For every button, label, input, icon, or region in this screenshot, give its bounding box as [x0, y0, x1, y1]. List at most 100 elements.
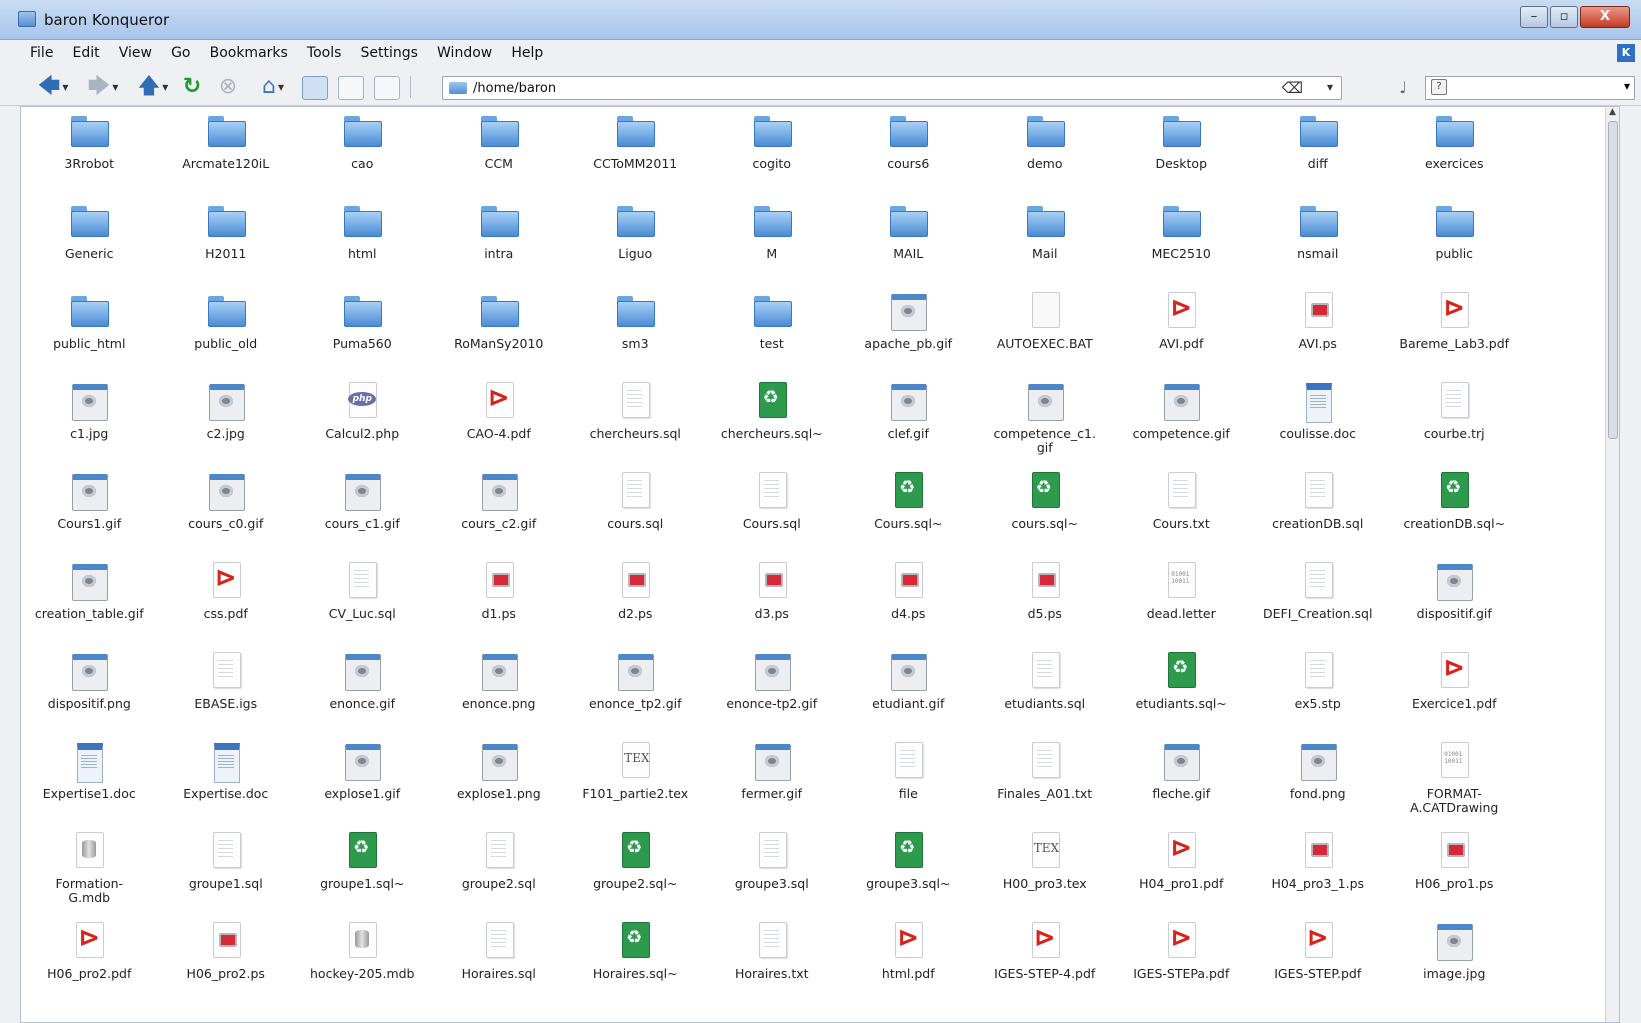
file-item[interactable]: CCM: [431, 107, 568, 197]
file-item[interactable]: groupe1.sql: [158, 827, 295, 917]
file-item[interactable]: M: [704, 197, 841, 287]
file-item[interactable]: nsmail: [1250, 197, 1387, 287]
file-item[interactable]: MAIL: [840, 197, 977, 287]
icon-view-button[interactable]: [302, 76, 328, 100]
file-item[interactable]: file: [840, 737, 977, 827]
file-item[interactable]: d2.ps: [567, 557, 704, 647]
file-item[interactable]: H06_pro2.ps: [158, 917, 295, 1007]
menu-help[interactable]: Help: [505, 40, 551, 61]
file-item[interactable]: c1.jpg: [21, 377, 158, 467]
file-view[interactable]: 3Rrobot Arcmate120iL cao CCM CCToMM2011 cogit…: [20, 106, 1620, 1023]
file-item[interactable]: EBASE.igs: [158, 647, 295, 737]
file-item[interactable]: Horaires.sql: [431, 917, 568, 1007]
location-path[interactable]: /home/baron: [473, 81, 556, 96]
menu-settings[interactable]: Settings: [355, 40, 426, 61]
file-item[interactable]: H2011: [158, 197, 295, 287]
file-item[interactable]: c2.jpg: [158, 377, 295, 467]
file-item[interactable]: fleche.gif: [1113, 737, 1250, 827]
file-item[interactable]: fond.png: [1250, 737, 1387, 827]
file-item[interactable]: enonce_tp2.gif: [567, 647, 704, 737]
file-item[interactable]: IGES-STEP-4.pdf: [977, 917, 1114, 1007]
file-item[interactable]: Cours1.gif: [21, 467, 158, 557]
file-item[interactable]: cours_c2.gif: [431, 467, 568, 557]
file-item[interactable]: chercheurs.sql: [567, 377, 704, 467]
menu-file[interactable]: File: [24, 40, 61, 61]
file-item[interactable]: enonce.png: [431, 647, 568, 737]
file-item[interactable]: DEFI_Creation.sql: [1250, 557, 1387, 647]
file-item[interactable]: Bareme_Lab3.pdf: [1386, 287, 1523, 377]
file-item[interactable]: cours6: [840, 107, 977, 197]
file-item[interactable]: AUTOEXEC.BAT: [977, 287, 1114, 377]
file-item[interactable]: F101_partie2.tex: [567, 737, 704, 827]
file-item[interactable]: explose1.gif: [294, 737, 431, 827]
back-button[interactable]: 🡄: [30, 74, 76, 100]
file-item[interactable]: test: [704, 287, 841, 377]
file-item[interactable]: dead.letter: [1113, 557, 1250, 647]
file-item[interactable]: dispositif.png: [21, 647, 158, 737]
file-item[interactable]: creationDB.sql~: [1386, 467, 1523, 557]
search-dropdown[interactable]: ▾: [1624, 79, 1630, 93]
file-item[interactable]: public_html: [21, 287, 158, 377]
file-item[interactable]: Puma560: [294, 287, 431, 377]
file-item[interactable]: 3Rrobot: [21, 107, 158, 197]
detail-view-button[interactable]: [338, 76, 364, 100]
file-item[interactable]: H06_pro2.pdf: [21, 917, 158, 1007]
file-item[interactable]: Horaires.sql~: [567, 917, 704, 1007]
file-item[interactable]: public: [1386, 197, 1523, 287]
file-item[interactable]: CCToMM2011: [567, 107, 704, 197]
file-item[interactable]: RoManSy2010: [431, 287, 568, 377]
file-item[interactable]: Desktop: [1113, 107, 1250, 197]
maximize-button[interactable]: ▫: [1550, 6, 1578, 28]
file-item[interactable]: ex5.stp: [1250, 647, 1387, 737]
file-item[interactable]: groupe3.sql: [704, 827, 841, 917]
stop-button[interactable]: ⊗: [214, 74, 242, 100]
file-item[interactable]: courbe.trj: [1386, 377, 1523, 467]
file-item[interactable]: etudiants.sql~: [1113, 647, 1250, 737]
menu-edit[interactable]: Edit: [67, 40, 108, 61]
file-item[interactable]: clef.gif: [840, 377, 977, 467]
title-bar[interactable]: baron Konqueror – ▫ X: [0, 0, 1641, 40]
file-item[interactable]: Exercice1.pdf: [1386, 647, 1523, 737]
file-item[interactable]: intra: [431, 197, 568, 287]
file-item[interactable]: exercices: [1386, 107, 1523, 197]
menu-bookmarks[interactable]: Bookmarks: [204, 40, 296, 61]
file-item[interactable]: image.jpg: [1386, 917, 1523, 1007]
file-item[interactable]: competence_c1. gif: [977, 377, 1114, 467]
reload-button[interactable]: ↻: [178, 74, 206, 100]
file-item[interactable]: explose1.png: [431, 737, 568, 827]
file-item[interactable]: hockey-205.mdb: [294, 917, 431, 1007]
menu-go[interactable]: Go: [165, 40, 198, 61]
file-item[interactable]: Cours.txt: [1113, 467, 1250, 557]
file-item[interactable]: coulisse.doc: [1250, 377, 1387, 467]
file-item[interactable]: CAO-4.pdf: [431, 377, 568, 467]
file-item[interactable]: html: [294, 197, 431, 287]
file-item[interactable]: public_old: [158, 287, 295, 377]
menu-tools[interactable]: Tools: [301, 40, 350, 61]
file-item[interactable]: html.pdf: [840, 917, 977, 1007]
file-item[interactable]: Generic: [21, 197, 158, 287]
forward-button[interactable]: 🡆: [80, 74, 126, 100]
file-item[interactable]: Finales_A01.txt: [977, 737, 1114, 827]
menu-window[interactable]: Window: [431, 40, 500, 61]
vertical-scrollbar[interactable]: ▲: [1605, 107, 1619, 1022]
file-item[interactable]: H00_pro3.tex: [977, 827, 1114, 917]
file-item[interactable]: css.pdf: [158, 557, 295, 647]
file-item[interactable]: cours_c0.gif: [158, 467, 295, 557]
file-item[interactable]: Calcul2.php: [294, 377, 431, 467]
file-item[interactable]: groupe1.sql~: [294, 827, 431, 917]
menu-view[interactable]: View: [113, 40, 160, 61]
file-item[interactable]: AVI.pdf: [1113, 287, 1250, 377]
file-item[interactable]: apache_pb.gif: [840, 287, 977, 377]
file-item[interactable]: IGES-STEP.pdf: [1250, 917, 1387, 1007]
file-item[interactable]: Cours.sql: [704, 467, 841, 557]
search-box[interactable]: ? ▾: [1425, 76, 1635, 100]
file-item[interactable]: H04_pro3_1.ps: [1250, 827, 1387, 917]
file-item[interactable]: Formation- G.mdb: [21, 827, 158, 917]
file-item[interactable]: etudiant.gif: [840, 647, 977, 737]
column-view-button[interactable]: [374, 76, 400, 100]
file-item[interactable]: d4.ps: [840, 557, 977, 647]
file-item[interactable]: Expertise.doc: [158, 737, 295, 827]
file-item[interactable]: creation_table.gif: [21, 557, 158, 647]
file-item[interactable]: sm3: [567, 287, 704, 377]
file-item[interactable]: d3.ps: [704, 557, 841, 647]
